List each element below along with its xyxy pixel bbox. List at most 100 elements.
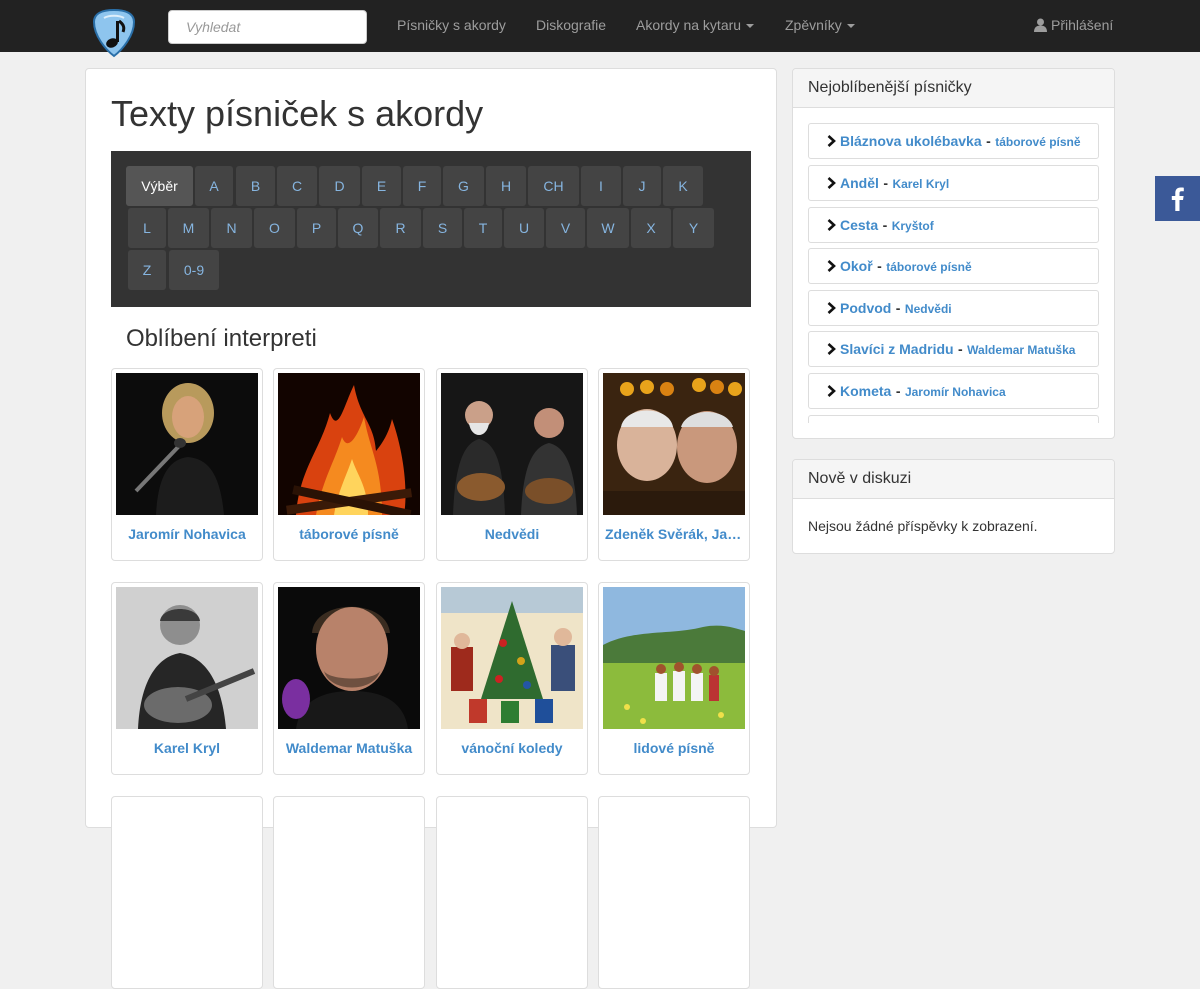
artist-card-sverak-uhlir[interactable]: Zdeněk Svěrák, Jaroslav Uhlíř bbox=[598, 368, 750, 561]
popular-song-item[interactable]: Slavíci z Madridu - Waldemar Matuška bbox=[808, 331, 1099, 367]
separator: - bbox=[882, 217, 888, 233]
song-artist[interactable]: táborové písně bbox=[886, 260, 971, 274]
letter-h[interactable]: H bbox=[486, 166, 526, 206]
song-title[interactable]: Anděl bbox=[840, 175, 879, 191]
song-artist[interactable]: Nedvědi bbox=[905, 302, 952, 316]
letter-o[interactable]: O bbox=[254, 208, 295, 248]
artist-name: lidové písně bbox=[633, 740, 715, 756]
popular-song-item[interactable] bbox=[808, 415, 1099, 423]
nav-link-label: Akordy na kytaru bbox=[636, 17, 742, 33]
letter-u[interactable]: U bbox=[504, 208, 544, 248]
letter-g[interactable]: G bbox=[443, 166, 484, 206]
letter-b[interactable]: B bbox=[236, 166, 275, 206]
separator: - bbox=[883, 175, 889, 191]
letter-l[interactable]: L bbox=[128, 208, 166, 248]
letter-y[interactable]: Y bbox=[673, 208, 714, 248]
discussion-empty-message: Nejsou žádné příspěvky k zobrazení. bbox=[808, 518, 1038, 534]
artist-name: Zdeněk Svěrák, Jaroslav Uhlíř bbox=[605, 526, 743, 542]
song-artist[interactable]: Karel Kryl bbox=[892, 177, 949, 191]
nav-discography[interactable]: Diskografie bbox=[536, 0, 606, 52]
artist-card-nedvedi[interactable]: Nedvědi bbox=[436, 368, 588, 561]
letter-p[interactable]: P bbox=[297, 208, 336, 248]
popular-song-item[interactable]: Cesta - Kryštof bbox=[808, 207, 1099, 243]
artist-card[interactable] bbox=[111, 796, 263, 989]
artist-card-nohavica[interactable]: Jaromír Nohavica bbox=[111, 368, 263, 561]
artist-card[interactable] bbox=[436, 796, 588, 989]
letter-m[interactable]: M bbox=[168, 208, 209, 248]
letter-z[interactable]: Z bbox=[128, 250, 166, 290]
popular-songs-panel: Nejoblíbenější písničky Bláznova ukoléba… bbox=[792, 68, 1115, 439]
letter-k[interactable]: K bbox=[663, 166, 703, 206]
chevron-right-icon bbox=[827, 177, 836, 189]
artist-card-matuska[interactable]: Waldemar Matuška bbox=[273, 582, 425, 775]
artist-card-christmas-carols[interactable]: vánoční koledy bbox=[436, 582, 588, 775]
letter-r[interactable]: R bbox=[380, 208, 421, 248]
letter-a[interactable]: A bbox=[195, 166, 233, 206]
letter-n[interactable]: N bbox=[211, 208, 252, 248]
search-input[interactable] bbox=[168, 10, 367, 44]
letter-v[interactable]: V bbox=[546, 208, 585, 248]
artist-card[interactable] bbox=[598, 796, 750, 989]
logo-guitar-pick-icon[interactable] bbox=[91, 8, 137, 58]
main-panel: Texty písniček s akordy Výběr A B C D E … bbox=[85, 68, 777, 989]
song-artist[interactable]: Jaromír Nohavica bbox=[905, 385, 1006, 399]
page-title: Texty písniček s akordy bbox=[111, 93, 484, 134]
letter-w[interactable]: W bbox=[587, 208, 629, 248]
artist-photo bbox=[278, 587, 420, 729]
popular-song-item[interactable]: Anděl - Karel Kryl bbox=[808, 165, 1099, 201]
popular-song-item[interactable]: Podvod - Nedvědi bbox=[808, 290, 1099, 326]
artist-photo bbox=[278, 373, 420, 515]
letter-selection[interactable]: Výběr bbox=[126, 166, 193, 206]
letter-f[interactable]: F bbox=[403, 166, 441, 206]
nav-guitar-chords-dropdown[interactable]: Akordy na kytaru bbox=[636, 0, 755, 52]
nav-link-label: Zpěvníky bbox=[785, 17, 842, 33]
song-title[interactable]: Bláznova ukolébavka bbox=[840, 133, 982, 149]
letter-t[interactable]: T bbox=[464, 208, 502, 248]
letter-q[interactable]: Q bbox=[338, 208, 378, 248]
artist-card[interactable] bbox=[273, 796, 425, 989]
letter-e[interactable]: E bbox=[362, 166, 401, 206]
letter-i[interactable]: I bbox=[581, 166, 621, 206]
chevron-right-icon bbox=[827, 135, 836, 147]
favorite-artists-title: Oblíbení interpreti bbox=[126, 325, 317, 352]
popular-song-item[interactable]: Okoř - táborové písně bbox=[808, 248, 1099, 284]
song-title[interactable]: Podvod bbox=[840, 300, 891, 316]
letter-d[interactable]: D bbox=[319, 166, 360, 206]
nav-songs-with-chords[interactable]: Písničky s akordy bbox=[397, 0, 506, 52]
user-icon bbox=[1034, 18, 1047, 32]
letter-x[interactable]: X bbox=[631, 208, 671, 248]
facebook-button[interactable] bbox=[1155, 176, 1200, 221]
popular-songs-list[interactable]: Bláznova ukolébavka - táborové písně And… bbox=[808, 123, 1099, 423]
artist-card-folk-songs[interactable]: lidové písně bbox=[598, 582, 750, 775]
discussion-title: Nově v diskuzi bbox=[793, 460, 1114, 499]
song-artist[interactable]: Waldemar Matuška bbox=[967, 343, 1075, 357]
artist-card-campfire-songs[interactable]: táborové písně bbox=[273, 368, 425, 561]
separator: - bbox=[958, 341, 963, 357]
chevron-right-icon bbox=[827, 385, 836, 397]
artist-name: Nedvědi bbox=[484, 526, 540, 542]
alphabet-filter: Výběr A B C D E F G H CH I J K L M N O P… bbox=[111, 151, 751, 307]
song-artist[interactable]: Kryštof bbox=[892, 219, 934, 233]
nav-link-label: Písničky s akordy bbox=[397, 17, 506, 33]
popular-song-item[interactable]: Kometa - Jaromír Nohavica bbox=[808, 373, 1099, 409]
nav-songbooks-dropdown[interactable]: Zpěvníky bbox=[785, 0, 855, 52]
popular-song-item[interactable]: Bláznova ukolébavka - táborové písně bbox=[808, 123, 1099, 159]
artist-card-kryl[interactable]: Karel Kryl bbox=[111, 582, 263, 775]
song-title[interactable]: Okoř bbox=[840, 258, 873, 274]
artist-photo bbox=[603, 373, 745, 515]
letter-s[interactable]: S bbox=[423, 208, 462, 248]
artist-name: Jaromír Nohavica bbox=[128, 526, 246, 542]
letter-ch[interactable]: CH bbox=[528, 166, 579, 206]
artist-name: táborové písně bbox=[299, 526, 399, 542]
song-title[interactable]: Cesta bbox=[840, 217, 878, 233]
song-title[interactable]: Slavíci z Madridu bbox=[840, 341, 954, 357]
song-artist[interactable]: táborové písně bbox=[995, 135, 1080, 149]
song-title[interactable]: Kometa bbox=[840, 383, 891, 399]
chevron-right-icon bbox=[827, 260, 836, 272]
letter-j[interactable]: J bbox=[623, 166, 661, 206]
artist-name: Waldemar Matuška bbox=[285, 740, 413, 756]
separator: - bbox=[895, 383, 901, 399]
login-link[interactable]: Přihlášení bbox=[1034, 0, 1113, 52]
letter-c[interactable]: C bbox=[277, 166, 317, 206]
letter-0-9[interactable]: 0-9 bbox=[169, 250, 219, 290]
